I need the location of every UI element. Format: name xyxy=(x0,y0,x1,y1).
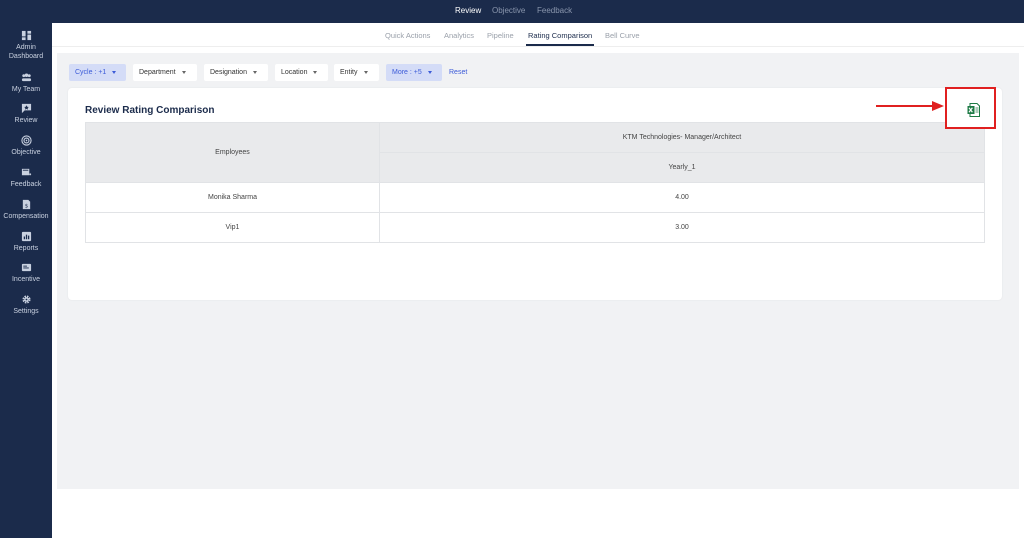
rating-comparison-table: Employees KTM Technologies- Manager/Arch… xyxy=(85,122,985,243)
sidebar-item-label: Feedback xyxy=(10,181,42,188)
chevron-down-icon xyxy=(313,70,318,74)
cycle-header: Yearly_1 xyxy=(379,152,985,183)
location-filter[interactable]: Location xyxy=(275,64,328,81)
sidebar-item-compensation[interactable]: $ Compensation xyxy=(0,199,52,221)
cycle-filter[interactable]: Cycle : +1 xyxy=(69,64,126,81)
employee-name: Vip1 xyxy=(85,212,380,243)
sidebar-item-label: Settings xyxy=(13,308,39,315)
sidebar-item-label: My Team xyxy=(11,86,41,93)
team-icon xyxy=(21,73,31,82)
chevron-down-icon xyxy=(252,70,257,74)
excel-icon xyxy=(967,103,980,117)
chevron-down-icon xyxy=(112,70,117,74)
table-row: Monika Sharma 4.00 xyxy=(85,182,985,213)
tab-rating-comparison[interactable]: Rating Comparison xyxy=(528,31,592,40)
employees-header: Employees xyxy=(85,122,380,183)
sidebar-item-feedback[interactable]: Feedback xyxy=(0,167,52,189)
compensation-icon: $ xyxy=(22,199,30,209)
top-nav: Review Objective Feedback xyxy=(52,0,1024,23)
tab-pipeline[interactable]: Pipeline xyxy=(487,31,514,40)
sidebar-item-label: Incentive xyxy=(11,276,41,283)
dashboard-icon xyxy=(21,30,31,41)
sidebar-item-incentive[interactable]: Incentive xyxy=(0,262,52,284)
chevron-down-icon xyxy=(181,70,186,74)
svg-text:$: $ xyxy=(24,203,28,209)
sidebar: Admin Dashboard My Team Review Objective… xyxy=(0,0,52,538)
sidebar-item-settings[interactable]: Settings xyxy=(0,294,52,316)
sidebar-item-label: Objective xyxy=(11,149,41,156)
sidebar-item-reports[interactable]: Reports xyxy=(0,231,52,253)
tab-objective[interactable]: Objective xyxy=(492,6,525,15)
sidebar-item-label: Dashboard xyxy=(8,53,44,60)
chevron-down-icon xyxy=(363,70,368,74)
table-row: Vip1 3.00 xyxy=(85,212,985,243)
rating-value: 3.00 xyxy=(379,212,985,243)
sidebar-item-label: Reports xyxy=(13,245,39,252)
tab-quick-actions[interactable]: Quick Actions xyxy=(385,31,430,40)
entity-filter[interactable]: Entity xyxy=(334,64,379,81)
sidebar-item-review[interactable]: Review xyxy=(0,103,52,125)
sidebar-item-label: Admin xyxy=(16,44,36,51)
reports-icon xyxy=(21,231,31,242)
tab-review[interactable]: Review xyxy=(455,6,481,15)
sidebar-item-label: Compensation xyxy=(3,213,49,220)
tab-bell-curve[interactable]: Bell Curve xyxy=(605,31,640,40)
designation-filter-label: Designation xyxy=(210,69,247,76)
cycle-filter-label: Cycle : +1 xyxy=(75,69,107,76)
department-filter[interactable]: Department xyxy=(133,64,197,81)
reset-link[interactable]: Reset xyxy=(449,69,467,76)
sidebar-item-objective[interactable]: Objective xyxy=(0,135,52,157)
active-tab-underline xyxy=(526,44,594,46)
chevron-down-icon xyxy=(427,70,432,74)
more-filter-label: More : +5 xyxy=(392,69,422,76)
employee-name: Monika Sharma xyxy=(85,182,380,213)
tab-feedback[interactable]: Feedback xyxy=(537,6,572,15)
tab-analytics[interactable]: Analytics xyxy=(444,31,474,40)
designation-filter[interactable]: Designation xyxy=(204,64,268,81)
target-icon xyxy=(20,135,32,146)
sidebar-item-admin-dashboard[interactable]: Admin Dashboard xyxy=(0,30,52,61)
incentive-icon xyxy=(21,263,31,272)
gear-icon xyxy=(21,295,31,304)
location-filter-label: Location xyxy=(281,69,308,76)
more-filter[interactable]: More : +5 xyxy=(386,64,442,81)
sidebar-item-my-team[interactable]: My Team xyxy=(0,72,52,94)
review-icon xyxy=(21,103,31,114)
sub-tabs: Quick Actions Analytics Pipeline Rating … xyxy=(52,23,1024,47)
sidebar-item-label: Review xyxy=(14,117,38,124)
rating-value: 4.00 xyxy=(379,182,985,213)
entity-filter-label: Entity xyxy=(340,69,358,76)
feedback-icon xyxy=(21,168,31,176)
card-title: Review Rating Comparison xyxy=(85,105,215,116)
group-header: KTM Technologies- Manager/Architect xyxy=(379,122,985,153)
arrow-annotation xyxy=(876,101,944,111)
department-filter-label: Department xyxy=(139,69,176,76)
export-excel-button[interactable] xyxy=(945,87,996,129)
